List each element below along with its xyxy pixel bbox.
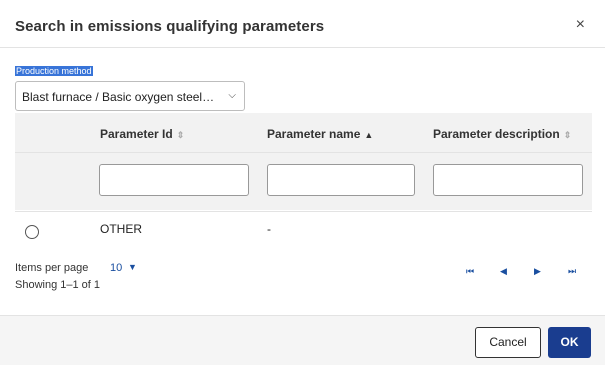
table-header: Parameter Id ⇕ Parameter name ▲ Parameter … (15, 113, 592, 152)
cancel-button[interactable]: Cancel (475, 327, 541, 358)
dialog-header: Search in emissions qualifying parameter… (0, 0, 605, 48)
production-method-select[interactable]: Blast furnace / Basic oxygen steel… ⌵ (15, 81, 245, 111)
next-page-icon[interactable]: ▶ (534, 266, 541, 277)
items-per-page-select[interactable]: 10 (110, 262, 122, 274)
cell-parameter-name: - (267, 222, 271, 236)
dialog-title: Search in emissions qualifying parameter… (15, 18, 325, 35)
items-per-page-label: Items per page (15, 262, 89, 274)
chevron-down-icon: ⌵ (228, 90, 236, 101)
close-icon[interactable]: × (576, 16, 585, 34)
sort-ascending-icon: ▲ (364, 130, 374, 140)
production-method-label: Production method (15, 66, 93, 76)
column-header-parameter-id[interactable]: Parameter Id ⇕ (100, 127, 184, 141)
sort-icon: ⇕ (176, 130, 185, 140)
row-select-radio[interactable] (25, 225, 39, 239)
search-dialog: Search in emissions qualifying parameter… (0, 0, 605, 365)
showing-count: Showing 1–1 of 1 (15, 279, 101, 291)
column-header-parameter-description[interactable]: Parameter description ⇕ (433, 127, 571, 141)
table-row: OTHER - (15, 211, 592, 246)
parameter-description-filter-input[interactable] (433, 164, 583, 196)
column-header-parameter-name[interactable]: Parameter name ▲ (267, 127, 373, 141)
first-page-icon[interactable]: ⏮ (466, 266, 474, 277)
ok-button[interactable]: OK (548, 327, 591, 358)
parameter-name-filter-input[interactable] (267, 164, 415, 196)
selected-production-method: Blast furnace / Basic oxygen steel… (22, 90, 215, 104)
parameter-id-filter-input[interactable] (99, 164, 249, 196)
cell-parameter-id: OTHER (100, 222, 142, 236)
previous-page-icon[interactable]: ◀ (500, 266, 507, 277)
sort-icon: ⇕ (563, 130, 572, 140)
filter-row (15, 152, 592, 210)
caret-down-icon[interactable]: ▼ (128, 262, 137, 272)
dialog-footer: Cancel OK (0, 315, 605, 365)
last-page-icon[interactable]: ⏭ (568, 266, 576, 277)
